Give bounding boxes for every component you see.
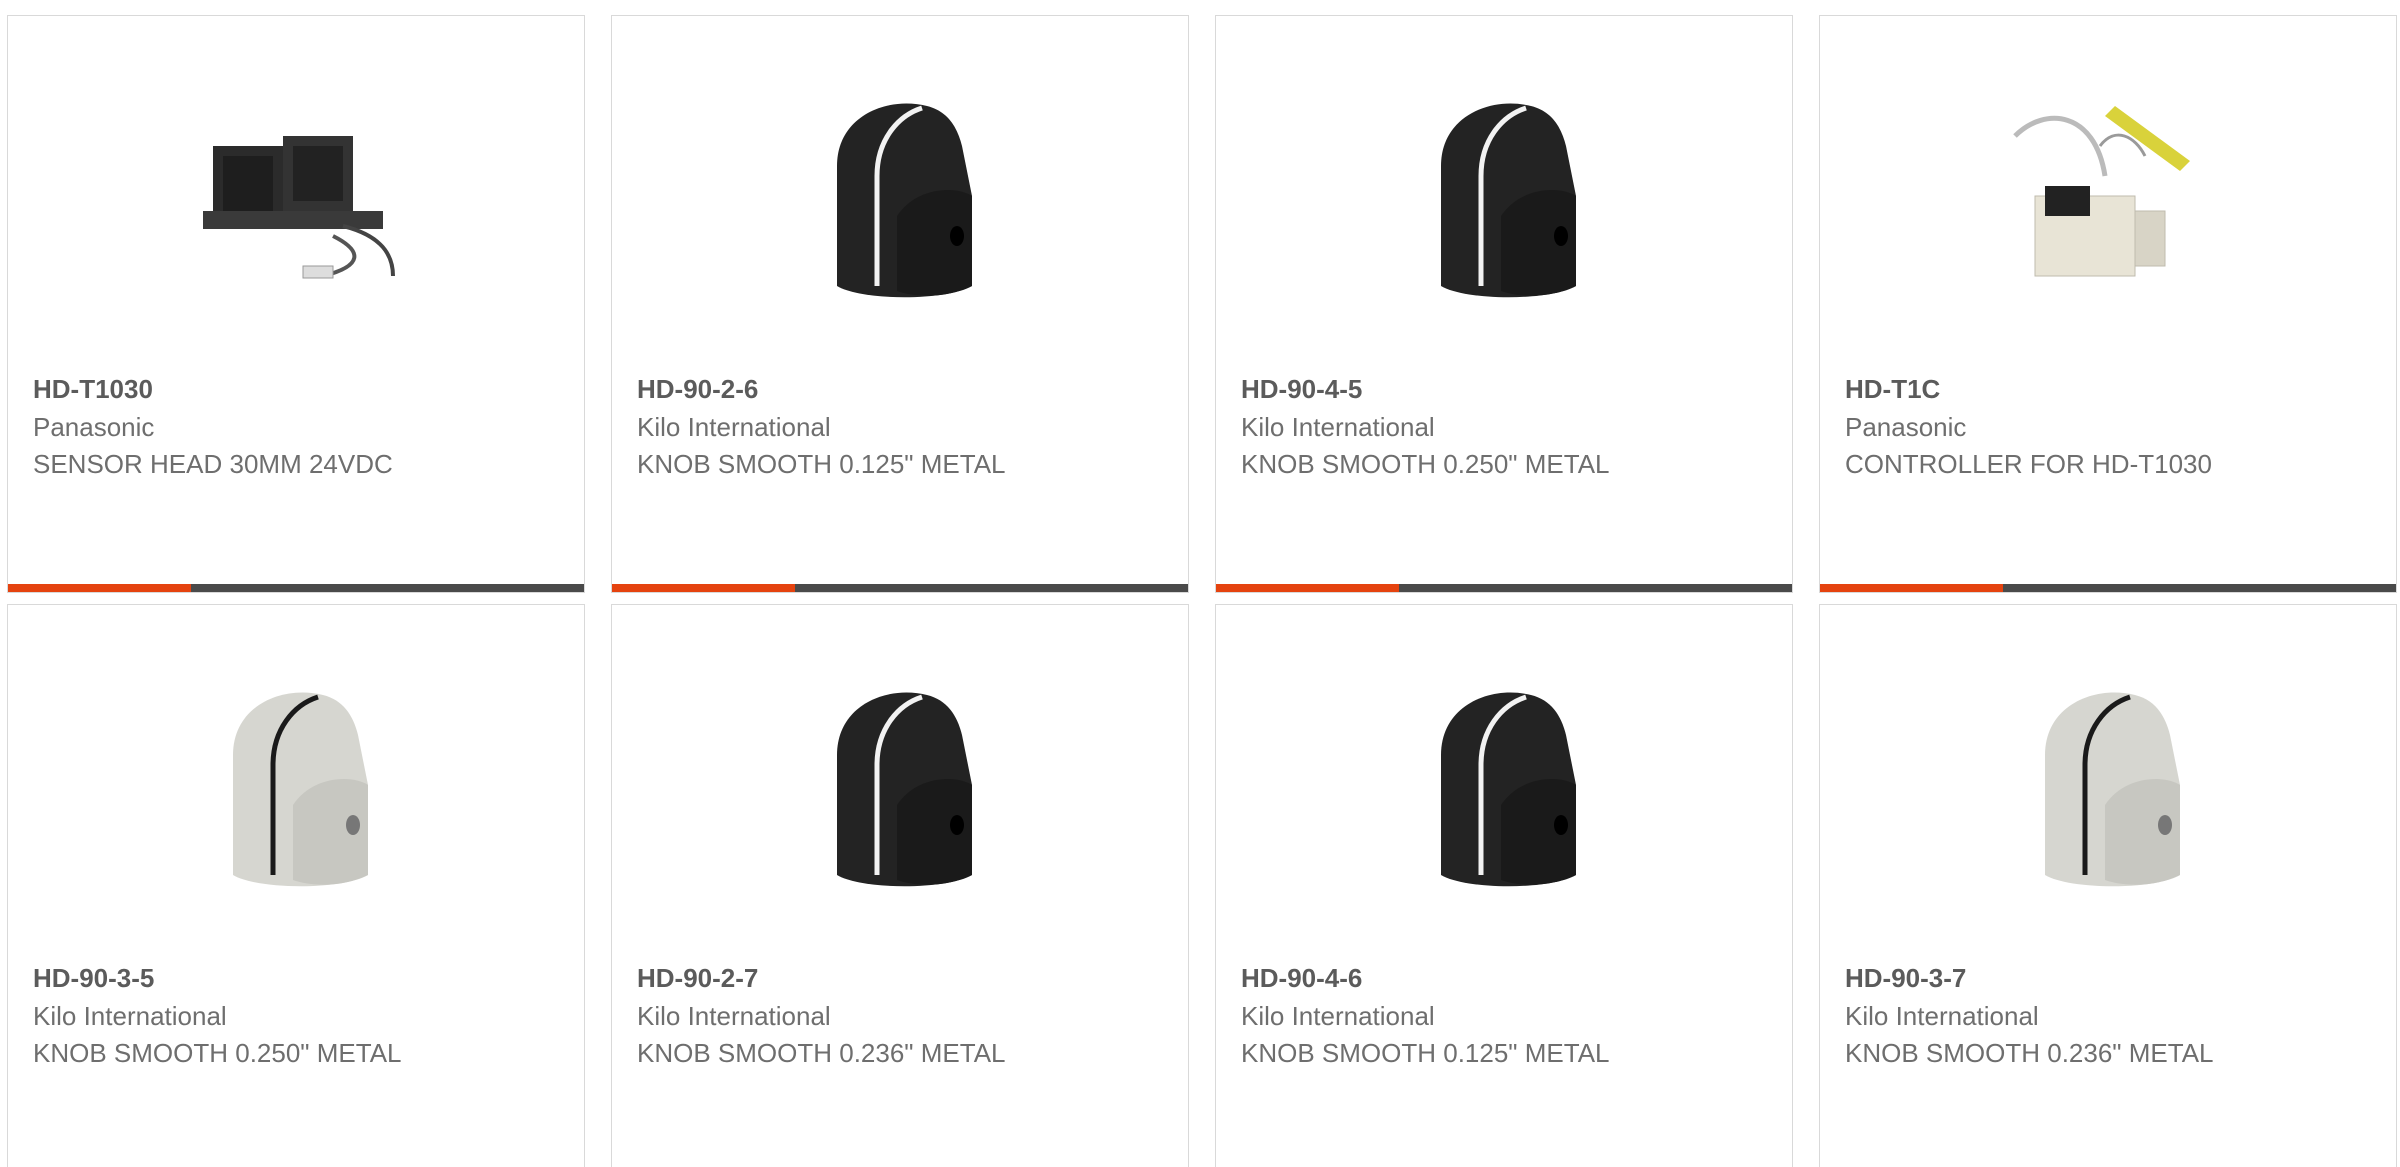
product-card[interactable]: HD-T1030 Panasonic SENSOR HEAD 30MM 24VD…	[7, 15, 585, 593]
manufacturer: Kilo International	[637, 412, 831, 442]
card-bar-accent	[1820, 584, 2003, 592]
part-number[interactable]: HD-90-3-5	[33, 963, 154, 994]
product-card[interactable]: HD-90-3-5 Kilo International KNOB SMOOTH…	[7, 604, 585, 1167]
part-number[interactable]: HD-90-4-6	[1241, 963, 1362, 994]
manufacturer: Kilo International	[1241, 1001, 1435, 1031]
card-bar	[1216, 584, 1792, 592]
product-grid: HD-T1030 Panasonic SENSOR HEAD 30MM 24VD…	[0, 0, 2400, 1167]
card-bar-accent	[612, 584, 795, 592]
product-card[interactable]: HD-90-3-7 Kilo International KNOB SMOOTH…	[1819, 604, 2397, 1167]
description: KNOB SMOOTH 0.125" METAL	[1241, 1038, 1610, 1068]
part-number[interactable]: HD-T1030	[33, 374, 153, 405]
manufacturer: Kilo International	[33, 1001, 227, 1031]
card-bar	[1820, 584, 2396, 592]
controller-image	[2005, 86, 2213, 306]
description: CONTROLLER FOR HD-T1030	[1845, 449, 2212, 479]
card-bar	[612, 584, 1188, 592]
part-number[interactable]: HD-90-4-5	[1241, 374, 1362, 405]
manufacturer: Kilo International	[1845, 1001, 2039, 1031]
part-number[interactable]: HD-T1C	[1845, 374, 1940, 405]
description: KNOB SMOOTH 0.250" METAL	[1241, 449, 1610, 479]
manufacturer: Kilo International	[637, 1001, 831, 1031]
manufacturer: Kilo International	[1241, 412, 1435, 442]
description: KNOB SMOOTH 0.125" METAL	[637, 449, 1006, 479]
product-card[interactable]: HD-90-2-6 Kilo International KNOB SMOOTH…	[611, 15, 1189, 593]
product-card[interactable]: HD-90-4-5 Kilo International KNOB SMOOTH…	[1215, 15, 1793, 593]
part-number[interactable]: HD-90-3-7	[1845, 963, 1966, 994]
manufacturer: Panasonic	[1845, 412, 1967, 442]
part-number[interactable]: HD-90-2-7	[637, 963, 758, 994]
black-knob-image	[797, 675, 1005, 895]
product-card[interactable]: HD-90-4-6 Kilo International KNOB SMOOTH…	[1215, 604, 1793, 1167]
description: KNOB SMOOTH 0.250" METAL	[33, 1038, 402, 1068]
card-bar	[8, 584, 584, 592]
black-knob-image	[1401, 675, 1609, 895]
sensor-head-image	[193, 86, 401, 306]
part-number[interactable]: HD-90-2-6	[637, 374, 758, 405]
manufacturer: Panasonic	[33, 412, 155, 442]
black-knob-image	[1401, 86, 1609, 306]
silver-knob-image	[193, 675, 401, 895]
description: KNOB SMOOTH 0.236" METAL	[637, 1038, 1006, 1068]
product-card[interactable]: HD-90-2-7 Kilo International KNOB SMOOTH…	[611, 604, 1189, 1167]
silver-knob-image	[2005, 675, 2213, 895]
card-bar-accent	[8, 584, 191, 592]
description: KNOB SMOOTH 0.236" METAL	[1845, 1038, 2214, 1068]
card-bar-accent	[1216, 584, 1399, 592]
description: SENSOR HEAD 30MM 24VDC	[33, 449, 393, 479]
black-knob-image	[797, 86, 1005, 306]
product-card[interactable]: HD-T1C Panasonic CONTROLLER FOR HD-T1030	[1819, 15, 2397, 593]
